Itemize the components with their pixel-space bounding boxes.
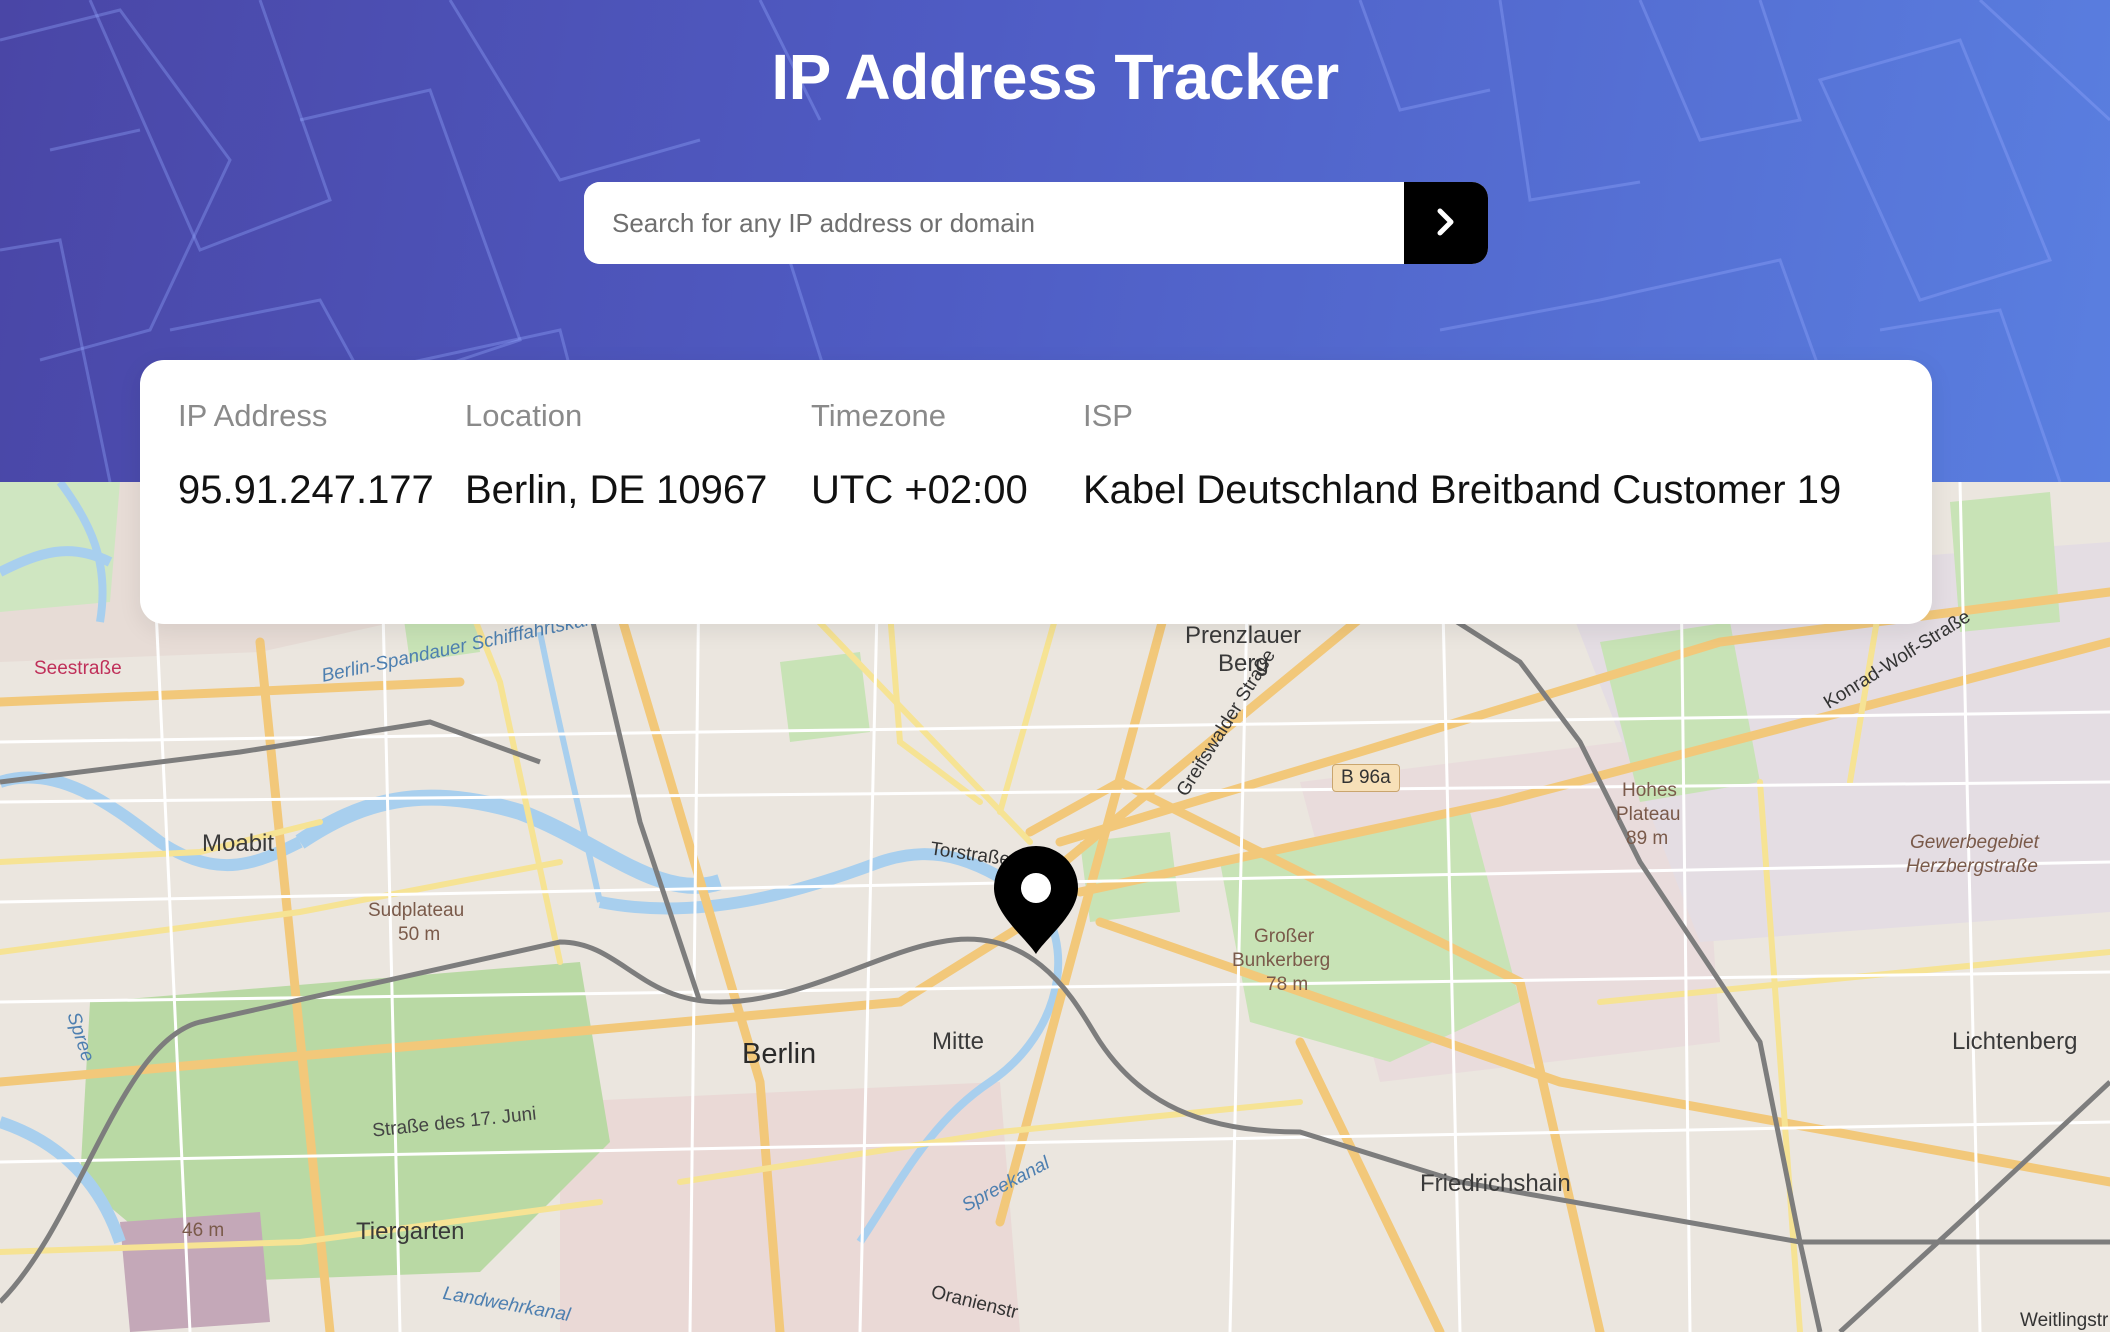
map-label-berlin: Berlin — [742, 1038, 817, 1070]
map-label-hohes-1: Hohes — [1622, 780, 1677, 801]
map-label-grosser-1: Großer — [1254, 926, 1315, 947]
page-title: IP Address Tracker — [771, 41, 1339, 113]
isp-section: ISP Kabel Deutschland Breitband Customer… — [1083, 398, 1841, 513]
map-label-b96a: B 96a — [1332, 764, 1400, 792]
map-label-sudplateau-2: 50 m — [398, 924, 441, 945]
location-value: Berlin, DE 10967 — [465, 468, 768, 512]
map-label-lichtenberg: Lichtenberg — [1952, 1028, 2078, 1055]
chevron-right-icon — [1435, 207, 1457, 240]
timezone-label: Timezone — [811, 398, 946, 433]
map-label-moabit: Moabit — [202, 830, 275, 857]
search-button[interactable] — [1404, 182, 1488, 264]
timezone-value: UTC +02:00 — [811, 468, 1028, 512]
map-label-prenzlauer-1: Prenzlauer — [1185, 622, 1302, 649]
map-label-gewerbe-2: Herzbergstraße — [1906, 856, 2038, 877]
map-label-seestrasse: Seestraße — [34, 658, 122, 679]
location-section: Location Berlin, DE 10967 — [465, 398, 767, 513]
location-label: Location — [465, 398, 583, 433]
info-card: IP Address 95.91.247.177 Location Berlin… — [140, 360, 1932, 624]
ip-address-section: IP Address 95.91.247.177 — [178, 398, 434, 513]
map-label-gewerbe-1: Gewerbegebiet — [1910, 832, 2039, 853]
search-input[interactable] — [584, 182, 1404, 264]
map-label-tiergarten: Tiergarten — [356, 1218, 465, 1245]
ip-address-value: 95.91.247.177 — [178, 468, 434, 512]
map-label-friedrichshain: Friedrichshain — [1420, 1170, 1571, 1197]
map-label-elev46: 46 m — [182, 1220, 225, 1241]
map-label-hohes-3: 89 m — [1626, 828, 1669, 849]
map-label-grosser-2: Bunkerberg — [1232, 950, 1331, 971]
ip-address-label: IP Address — [178, 398, 328, 433]
map-label-sudplateau-1: Sudplateau — [368, 900, 465, 921]
location-pin-icon[interactable] — [990, 844, 1082, 961]
map-label-mitte: Mitte — [932, 1028, 985, 1055]
map-label-weitling: Weitlingstr — [2020, 1310, 2109, 1331]
timezone-section: Timezone UTC +02:00 — [811, 398, 1028, 513]
map-label-grosser-3: 78 m — [1266, 974, 1309, 995]
isp-label: ISP — [1083, 398, 1133, 433]
map-label-hohes-2: Plateau — [1616, 804, 1681, 825]
search-bar — [584, 182, 1488, 264]
isp-value: Kabel Deutschland Breitband Customer 19 — [1083, 468, 1842, 512]
